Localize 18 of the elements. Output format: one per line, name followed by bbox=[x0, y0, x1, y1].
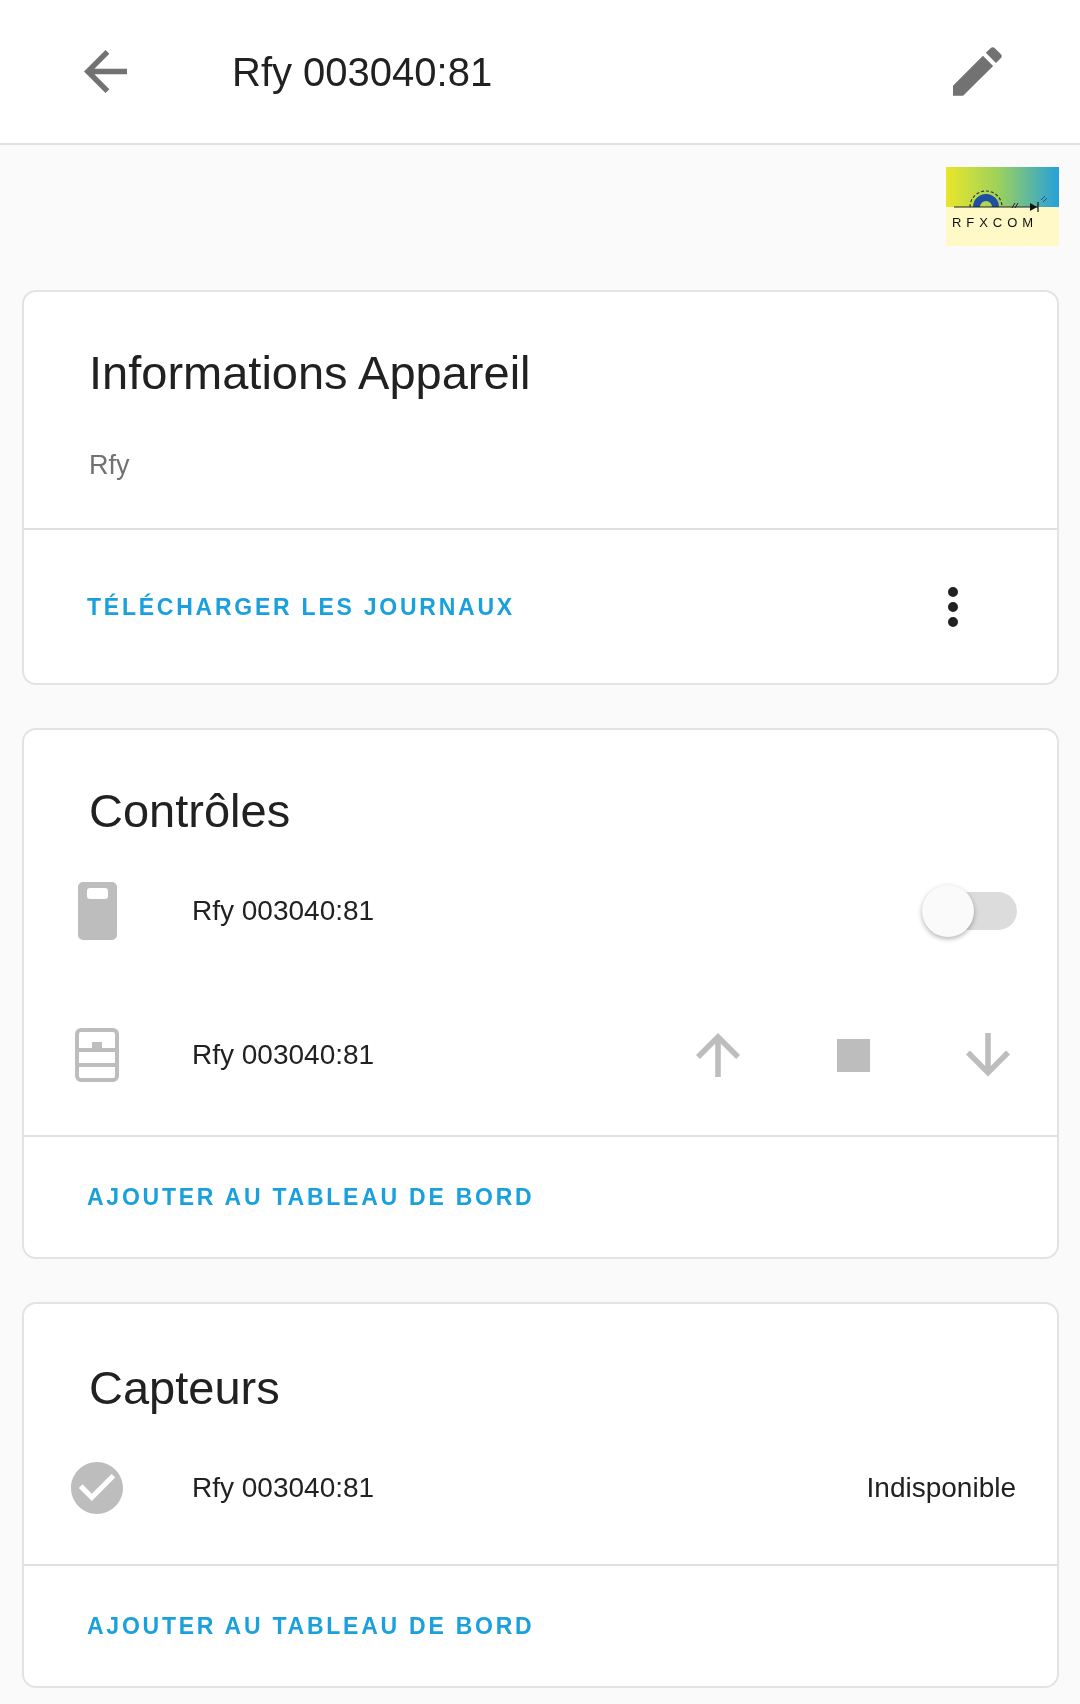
card-title: Capteurs bbox=[89, 1360, 280, 1416]
card-title: Contrôles bbox=[89, 783, 291, 839]
logo-text: RFXCOM bbox=[952, 215, 1038, 231]
arrow-left-icon bbox=[83, 50, 127, 93]
entity-name[interactable]: Rfy 003040:81 bbox=[192, 893, 375, 929]
remote-icon bbox=[77, 882, 117, 940]
page-title: Rfy 003040:81 bbox=[232, 48, 493, 96]
pencil-icon bbox=[952, 47, 1002, 96]
card-title: Informations Appareil bbox=[89, 345, 531, 401]
stop-icon bbox=[836, 1038, 870, 1072]
arrow-down-icon bbox=[966, 1033, 1010, 1077]
arrow-up-icon bbox=[696, 1033, 740, 1077]
entity-state: Indisponible bbox=[866, 1471, 1016, 1505]
toggle-switch[interactable] bbox=[922, 885, 1017, 937]
window-shutter-icon bbox=[75, 1028, 119, 1082]
more-vertical-icon bbox=[948, 586, 958, 627]
device-model: Rfy bbox=[89, 449, 130, 482]
entity-name[interactable]: Rfy 003040:81 bbox=[192, 1470, 375, 1506]
